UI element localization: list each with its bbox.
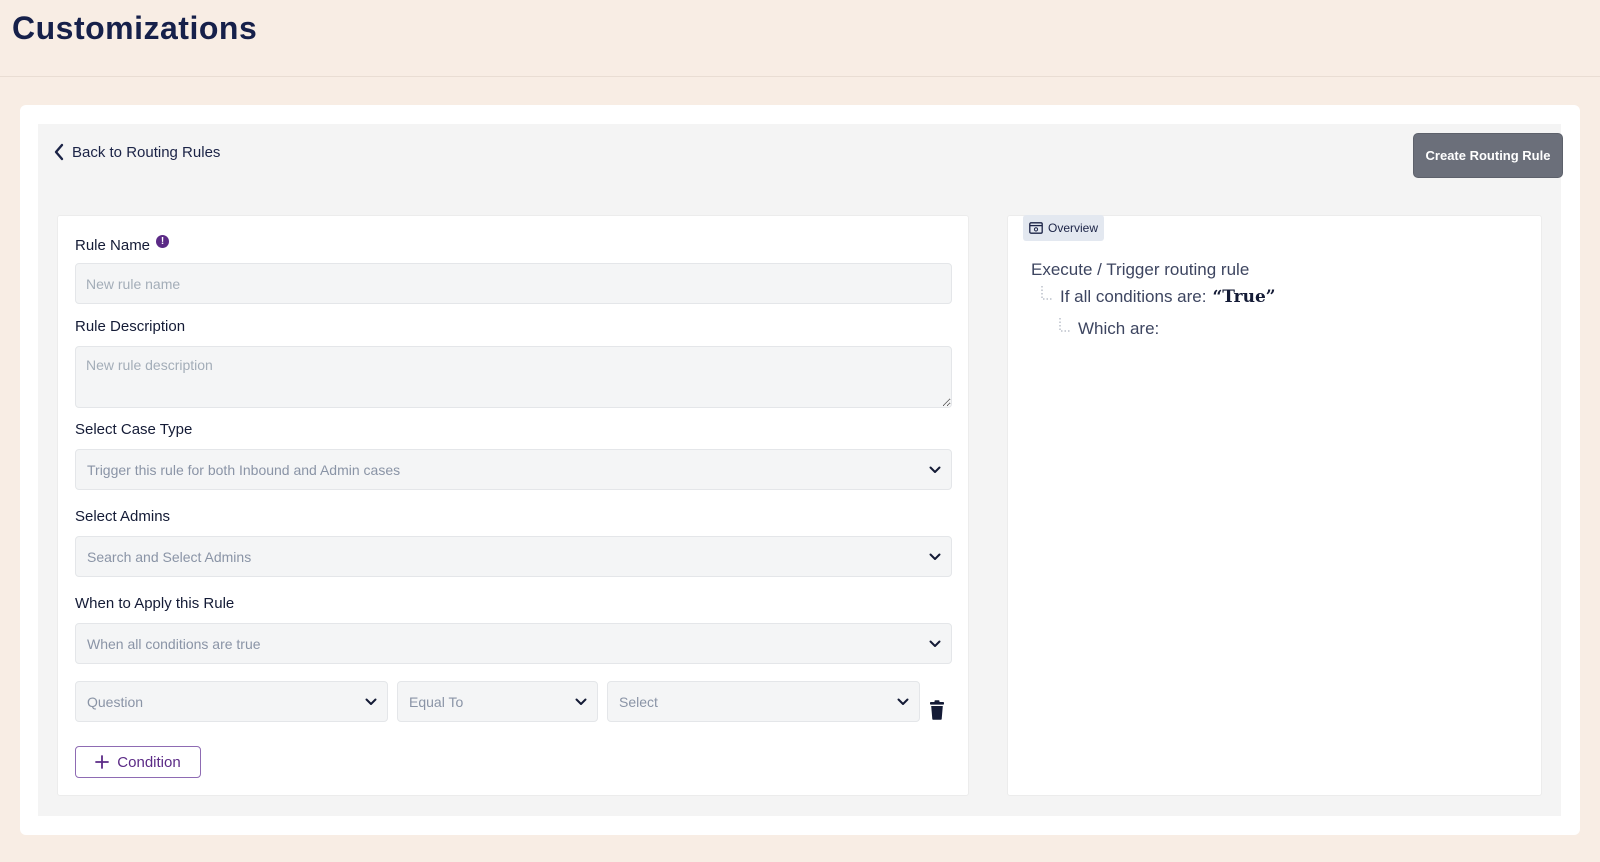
chevron-down-icon — [929, 553, 941, 560]
overview-tab-label: Overview — [1048, 221, 1099, 235]
main-card: Back to Routing Rules Create Routing Rul… — [20, 105, 1580, 835]
overview-panel: Overview Execute / Trigger routing rule … — [1007, 215, 1542, 796]
case-type-value: Trigger this rule for both Inbound and A… — [87, 461, 401, 478]
apply-when-label: When to Apply this Rule — [75, 595, 235, 612]
tree-connector-icon — [1059, 318, 1071, 332]
add-condition-button[interactable]: Condition — [75, 746, 201, 778]
rule-name-input[interactable] — [75, 263, 952, 304]
chevron-down-icon — [929, 640, 941, 647]
rule-form: Rule Name! Rule Description Select Case … — [57, 215, 969, 796]
overview-conditions-value: “True” — [1212, 287, 1276, 307]
chevron-down-icon — [365, 698, 377, 705]
rule-description-label: Rule Description — [75, 318, 186, 335]
chevron-down-icon — [929, 466, 941, 473]
window-icon — [1029, 222, 1043, 234]
case-type-select[interactable]: Trigger this rule for both Inbound and A… — [75, 449, 952, 490]
condition-operator-value: Equal To — [409, 693, 464, 710]
overview-trigger-text: Execute / Trigger routing rule — [1031, 260, 1250, 279]
apply-when-select[interactable]: When all conditions are true — [75, 623, 952, 664]
condition-question-value: Question — [87, 693, 144, 710]
admins-label: Select Admins — [75, 508, 171, 525]
condition-value-value: Select — [619, 693, 658, 710]
back-to-routing-rules-link[interactable]: Back to Routing Rules — [54, 140, 220, 164]
rule-name-label-text: Rule Name — [75, 237, 151, 254]
create-routing-rule-button[interactable]: Create Routing Rule — [1413, 133, 1563, 178]
overview-conditions-line: If all conditions are: “True” — [1060, 287, 1276, 307]
add-condition-label: Condition — [117, 753, 181, 771]
info-icon[interactable]: ! — [156, 235, 170, 248]
page-header: Customizations — [0, 0, 1600, 77]
back-link-label: Back to Routing Rules — [72, 143, 221, 161]
chevron-down-icon — [575, 698, 587, 705]
plus-icon — [95, 755, 110, 769]
rule-name-label: Rule Name! — [75, 235, 170, 254]
editor-top-bar: Back to Routing Rules Create Routing Rul… — [38, 124, 1563, 196]
condition-operator-select[interactable]: Equal To — [397, 681, 598, 722]
condition-value-select[interactable]: Select — [607, 681, 920, 722]
overview-tab[interactable]: Overview — [1023, 215, 1105, 241]
overview-which-are-text: Which are: — [1078, 319, 1160, 338]
chevron-left-icon — [54, 143, 64, 161]
trash-icon[interactable] — [928, 700, 946, 720]
apply-when-value: When all conditions are true — [87, 635, 261, 652]
rule-description-textarea[interactable] — [75, 346, 952, 408]
rule-editor-panel: Back to Routing Rules Create Routing Rul… — [38, 124, 1563, 816]
case-type-label: Select Case Type — [75, 421, 193, 438]
tree-connector-icon — [1041, 286, 1053, 300]
chevron-down-icon — [897, 698, 909, 705]
condition-question-select[interactable]: Question — [75, 681, 388, 722]
overview-conditions-text: If all conditions are: — [1060, 287, 1207, 306]
admins-select[interactable]: Search and Select Admins — [75, 536, 952, 577]
admins-value: Search and Select Admins — [87, 548, 252, 565]
page-title: Customizations — [12, 10, 258, 46]
